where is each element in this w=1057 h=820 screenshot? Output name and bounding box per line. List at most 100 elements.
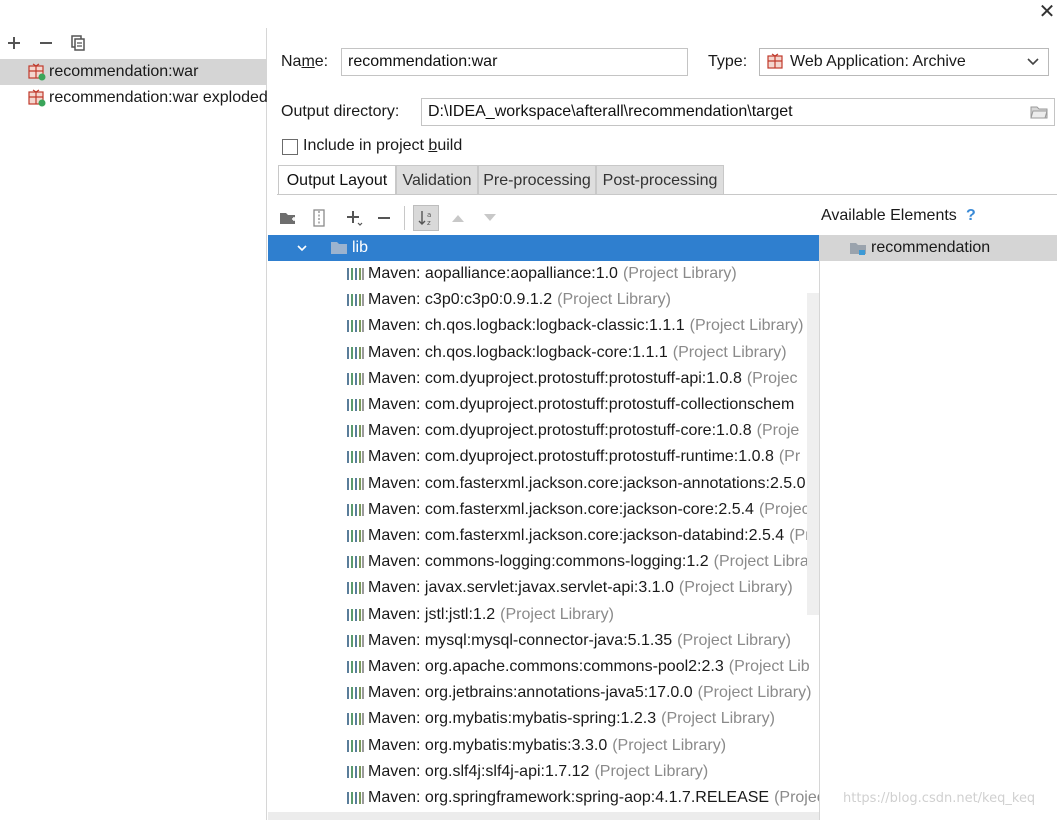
minus-icon[interactable] — [35, 32, 57, 54]
horizontal-scrollbar[interactable] — [268, 812, 819, 820]
library-scope: (Project Library) — [677, 631, 791, 649]
library-scope: (Project Library) — [557, 291, 671, 309]
pane-splitter[interactable] — [819, 235, 820, 820]
library-icon — [347, 555, 364, 569]
tree-library-item[interactable]: Maven: com.dyuproject.protostuff:protost… — [268, 366, 819, 392]
library-scope: (Project Library) — [697, 684, 812, 702]
tree-library-item[interactable]: Maven: javax.servlet:javax.servlet-api:3… — [268, 575, 819, 601]
tree-library-item[interactable]: Maven: jstl:jstl:1.2 (Project Library) — [268, 602, 819, 628]
close-icon[interactable]: ✕ — [1037, 0, 1057, 23]
library-icon — [347, 398, 364, 412]
tab-divider — [277, 194, 1057, 195]
remove-icon[interactable] — [373, 207, 395, 229]
library-name: Maven: aopalliance:aopalliance:1.0 — [368, 265, 618, 282]
archive-icon[interactable] — [308, 207, 330, 229]
library-name: Maven: commons-logging:commons-logging:1… — [368, 553, 709, 571]
library-scope: (Project Library) — [500, 605, 614, 623]
library-scope: (Project Library) — [661, 710, 775, 728]
tree-library-item[interactable]: Maven: org.slf4j:slf4j-api:1.7.12 (Projec… — [268, 759, 819, 785]
type-select[interactable]: Web Application: Archive — [759, 48, 1049, 76]
library-name: Maven: ch.qos.logback:logback-core:1.1.1 — [368, 343, 668, 361]
available-item-label: recommendation — [871, 239, 991, 256]
tree-scrollbar[interactable] — [807, 293, 819, 615]
move-down-icon[interactable] — [479, 207, 501, 229]
library-icon — [347, 739, 364, 753]
tree-library-item[interactable]: Maven: aopalliance:aopalliance:1.0 (Proje… — [268, 261, 819, 287]
library-scope: (Proje — [756, 422, 800, 440]
library-name: Maven: com.dyuproject.protostuff:protost… — [368, 369, 742, 387]
chevron-down-icon — [1026, 54, 1040, 73]
library-name: Maven: com.fasterxml.jackson.core:jackso… — [368, 500, 754, 518]
library-scope: (Project Library) — [689, 317, 804, 335]
tree-library-item[interactable]: Maven: com.fasterxml.jackson.core:jackso… — [268, 523, 819, 549]
include-in-build-label: Include in project build — [303, 137, 463, 154]
tree-library-item[interactable]: Maven: org.jetbrains:annotations-java5:1… — [268, 680, 819, 706]
copy-icon[interactable] — [67, 32, 89, 54]
name-input[interactable]: recommendation:war — [341, 48, 688, 76]
library-name: Maven: com.dyuproject.protostuff:protost… — [368, 422, 752, 440]
tree-library-item[interactable]: Maven: ch.qos.logback:logback-core:1.1.1… — [268, 340, 819, 366]
artifact-item-war[interactable]: recommendation:war — [0, 59, 267, 85]
help-icon[interactable]: ? — [966, 207, 976, 225]
library-scope: (Project — [758, 500, 815, 518]
tree-library-item[interactable]: Maven: org.apache.commons:commons-pool2:… — [268, 654, 819, 680]
include-in-build-checkbox[interactable] — [282, 139, 298, 155]
library-icon — [347, 450, 364, 464]
library-icon — [347, 791, 364, 805]
library-name: Maven: org.mybatis:mybatis-spring:1.2.3 — [368, 710, 657, 728]
folder-browse-icon[interactable] — [1030, 105, 1048, 124]
artifact-label: recommendation:war exploded — [49, 89, 267, 106]
artifact-list-pane: recommendation:war recommendation:war ex… — [0, 28, 267, 820]
library-icon — [347, 529, 364, 543]
new-folder-icon[interactable] — [277, 207, 299, 229]
library-scope: (Projec — [746, 369, 798, 387]
tree-folder-lib[interactable]: lib — [268, 235, 819, 261]
tree-library-item[interactable]: Maven: com.fasterxml.jackson.core:jackso… — [268, 471, 819, 497]
tree-library-item[interactable]: Maven: com.fasterxml.jackson.core:jackso… — [268, 497, 819, 523]
tree-library-item[interactable]: Maven: com.dyuproject.protostuff:protost… — [268, 444, 819, 470]
library-scope: (Project Lib — [728, 658, 810, 675]
library-icon — [347, 293, 364, 307]
tab-pre-processing[interactable]: Pre-processing — [478, 165, 596, 195]
library-icon — [347, 765, 364, 779]
tab-post-processing[interactable]: Post-processing — [596, 165, 724, 195]
tree-library-item[interactable]: Maven: org.mybatis:mybatis-spring:1.2.3(… — [268, 706, 819, 732]
output-layout-tree[interactable]: lib Maven: aopalliance:aopalliance:1.0 (P… — [268, 235, 819, 820]
toolbar-separator — [404, 206, 405, 230]
available-elements-title: Available Elements — [821, 207, 957, 224]
library-scope: (Project Library) — [622, 265, 737, 282]
tree-library-item[interactable]: Maven: ch.qos.logback:logback-classic:1.… — [268, 313, 819, 339]
library-scope: (Projec — [774, 789, 819, 806]
available-item-recommendation[interactable]: recommendation — [820, 235, 1057, 261]
war-exploded-icon — [28, 89, 46, 107]
tree-library-item[interactable]: Maven: com.dyuproject.protostuff:protost… — [268, 392, 819, 418]
library-name: Maven: org.apache.commons:commons-pool2:… — [368, 658, 724, 675]
module-folder-icon — [849, 240, 867, 256]
svg-text:z: z — [427, 219, 431, 227]
library-icon — [347, 686, 364, 700]
tree-library-item[interactable]: Maven: mysql:mysql-connector-java:5.1.35… — [268, 628, 819, 654]
output-directory-input[interactable]: D:\IDEA_workspace\afterall\recommendatio… — [421, 98, 1055, 126]
library-scope: (Project Library) — [612, 736, 727, 754]
artifact-item-war-exploded[interactable]: recommendation:war exploded — [0, 85, 267, 111]
tab-validation[interactable]: Validation — [396, 165, 478, 195]
plus-icon[interactable] — [3, 32, 25, 54]
library-name: Maven: mysql:mysql-connector-java:5.1.35 — [368, 631, 673, 649]
tree-library-item[interactable]: Maven: com.dyuproject.protostuff:protost… — [268, 418, 819, 444]
library-icon — [347, 712, 364, 726]
tree-library-item[interactable]: Maven: c3p0:c3p0:0.9.1.2 (Project Library… — [268, 287, 819, 313]
move-up-icon[interactable] — [447, 207, 469, 229]
artifact-label: recommendation:war — [49, 63, 199, 80]
library-name: Maven: com.fasterxml.jackson.core:jackso… — [368, 474, 806, 492]
library-scope: (Project Library) — [678, 579, 793, 597]
library-icon — [347, 424, 364, 438]
tree-library-item[interactable]: Maven: org.springframework:spring-aop:4.… — [268, 785, 819, 811]
tree-library-item[interactable]: Maven: org.mybatis:mybatis:3.3.0 (Project… — [268, 733, 819, 759]
tree-library-item[interactable]: Maven: commons-logging:commons-logging:1… — [268, 549, 819, 575]
library-name: Maven: org.springframework:spring-aop:4.… — [368, 789, 770, 806]
chevron-down-icon[interactable] — [296, 242, 308, 254]
sort-az-icon[interactable]: az — [413, 205, 439, 231]
library-name: Maven: jstl:jstl:1.2 — [368, 605, 496, 623]
add-copy-icon[interactable] — [343, 207, 365, 229]
tab-output-layout[interactable]: Output Layout — [278, 165, 396, 195]
